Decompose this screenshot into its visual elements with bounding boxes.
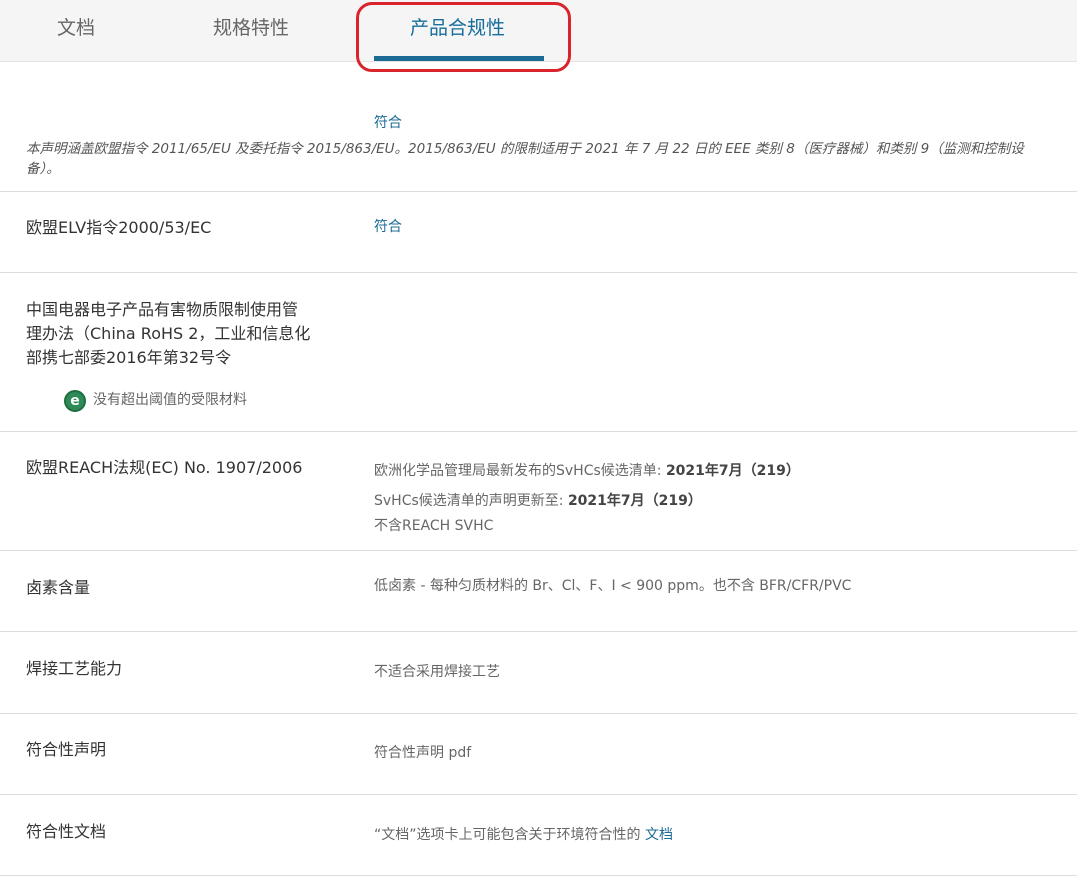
china-rohs-label-line-2: 理办法（China RoHS 2，工业和信息化 <box>26 324 311 343</box>
declaration-pdf-link[interactable]: 符合性声明 pdf <box>374 743 471 763</box>
tab-documents[interactable]: 文档 <box>57 0 95 56</box>
documents-link[interactable]: 文档 <box>645 827 673 843</box>
tab-product-compliance[interactable]: 产品合规性 <box>410 0 505 56</box>
reach-svhc-status: 不含REACH SVHC <box>374 518 494 534</box>
halogen-label: 卤素含量 <box>26 578 91 597</box>
tab-specifications[interactable]: 规格特性 <box>213 0 289 56</box>
solder-label: 焊接工艺能力 <box>26 659 123 678</box>
e-environment-icon: e <box>64 390 86 412</box>
china-rohs-label-line-1: 中国电器电子产品有害物质限制使用管 <box>26 300 299 319</box>
china-rohs-label-line-3: 部携七部委2016年第32号令 <box>26 348 232 367</box>
solder-row <box>0 632 1077 714</box>
tab-bar: 文档 规格特性 产品合规性 <box>0 0 1077 62</box>
compliance-docs-text: “文档”选项卡上可能包含关于环境符合性的 文档 <box>374 827 673 843</box>
rohs-eu-status: 符合 <box>374 115 402 131</box>
reach-declaration-updated: SvHCs候选清单的声明更新至: 2021年7月（219） <box>374 493 702 509</box>
reach-label: 欧盟REACH法规(EC) No. 1907/2006 <box>26 458 303 477</box>
rohs-eu-note: 本声明涵盖欧盟指令 2011/65/EU 及委托指令 2015/863/EU。2… <box>26 141 1024 177</box>
reach-candidate-list: 欧洲化学品管理局最新发布的SvHCs候选清单: 2021年7月（219） <box>374 463 800 479</box>
elv-label: 欧盟ELV指令2000/53/EC <box>26 218 212 237</box>
active-tab-indicator <box>374 56 544 61</box>
declaration-label: 符合性声明 <box>26 740 107 759</box>
solder-value: 不适合采用焊接工艺 <box>374 664 500 680</box>
china-rohs-badge-text: 没有超出阈值的受限材料 <box>93 392 247 408</box>
halogen-value: 低卤素 - 每种匀质材料的 Br、Cl、F、I < 900 ppm。也不含 BF… <box>374 578 852 594</box>
compliance-docs-label: 符合性文档 <box>26 822 107 841</box>
elv-status: 符合 <box>374 219 402 235</box>
declaration-row <box>0 714 1077 795</box>
